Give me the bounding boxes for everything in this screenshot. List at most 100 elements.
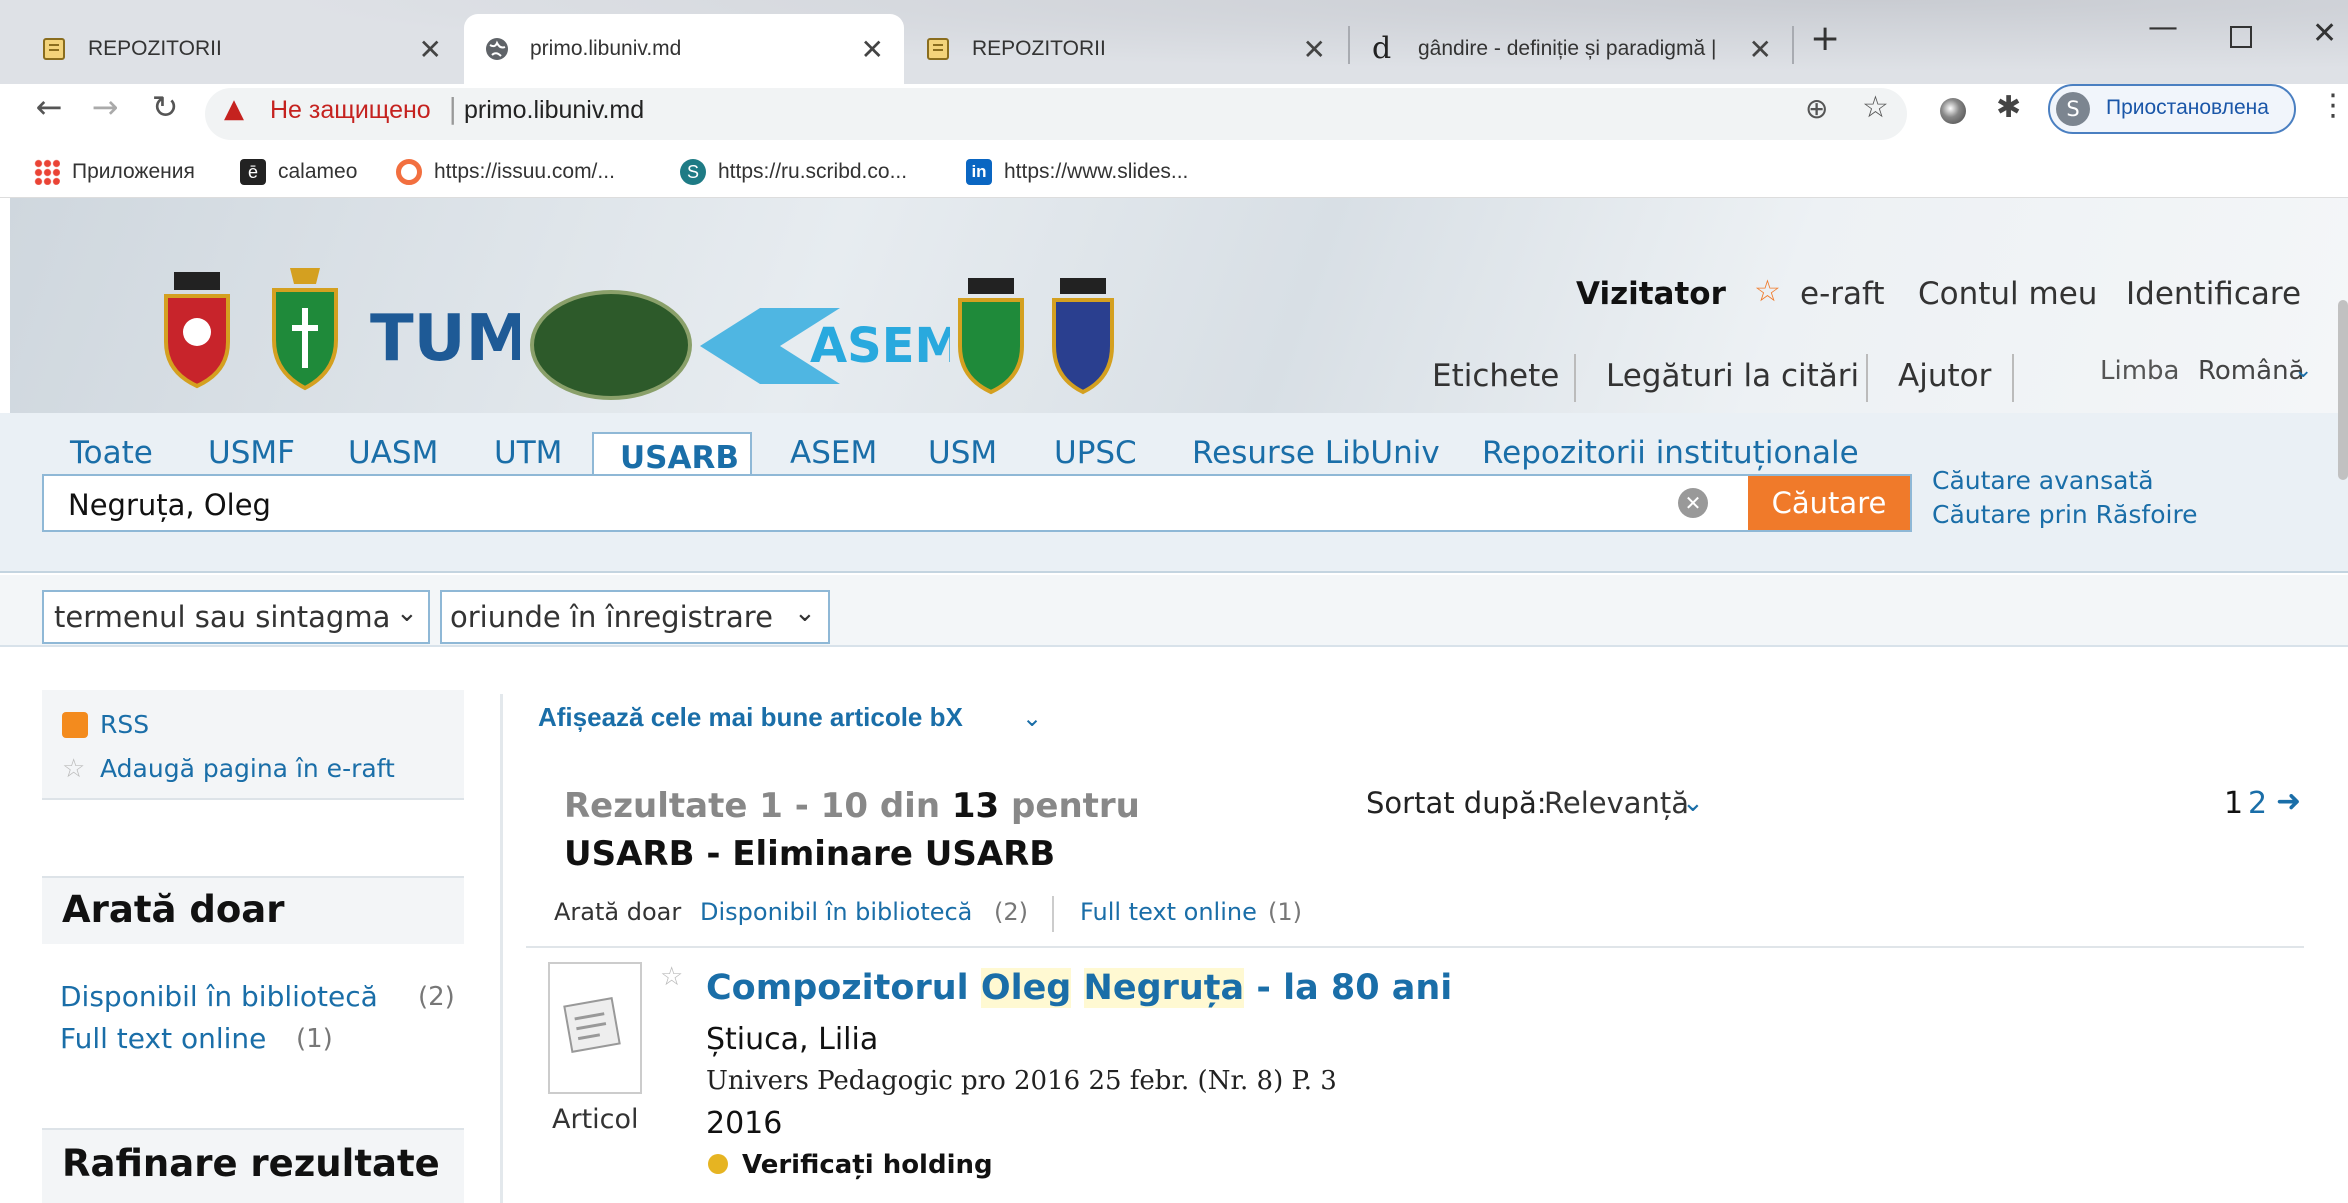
results-divider (526, 946, 2304, 948)
account-link[interactable]: Contul meu (1918, 276, 2097, 312)
language-select[interactable]: Română (2198, 356, 2304, 386)
help-link[interactable]: Ajutor (1898, 358, 1991, 394)
usmf-logo (160, 272, 234, 392)
bookmark-label: https://ru.scribd.co... (718, 160, 908, 183)
results-summary-suffix: pentru (1011, 786, 1140, 826)
usm-logo (956, 278, 1026, 396)
reload-icon[interactable]: ↻ (140, 88, 190, 126)
facet-inline-fulltext[interactable]: Full text online (1080, 898, 1257, 926)
facet-inline-available[interactable]: Disponibil în bibliotecă (700, 898, 972, 926)
bx-articles-link[interactable]: Afișează cele mai bune articole bX (538, 702, 963, 733)
login-link[interactable]: Identificare (2126, 276, 2301, 312)
availability-status[interactable]: Verificați holding (742, 1150, 993, 1180)
chevron-down-icon: ⌄ (794, 598, 816, 628)
star-bookmark-icon[interactable]: ☆ (1862, 90, 1889, 125)
upsc-logo (1050, 278, 1116, 396)
rss-icon[interactable] (62, 712, 88, 738)
results-scope: USARB - Eliminare USARB (564, 834, 1056, 874)
close-icon[interactable]: ✕ (1749, 33, 1772, 66)
arrow-right-icon[interactable]: ➜ (2276, 784, 2301, 819)
record-title[interactable]: Compozitorul Oleg Negruța - la 80 ani (706, 968, 1452, 1008)
browser-tab[interactable]: d gândire - definiție și paradigmă | ✕ (1352, 14, 1792, 84)
close-icon[interactable]: ✕ (1303, 33, 1326, 66)
avatar: S (2056, 92, 2090, 126)
tab-resurse[interactable]: Resurse LibUniv (1192, 435, 1440, 471)
facet-available[interactable]: Disponibil în bibliotecă (60, 980, 378, 1013)
back-icon[interactable]: ← (24, 88, 74, 126)
star-icon[interactable]: ☆ (62, 754, 85, 784)
title-part[interactable]: Compozitorul (706, 968, 981, 1008)
minimize-icon[interactable]: — (2148, 10, 2178, 45)
tab-usarb[interactable]: USARB (620, 440, 739, 476)
browser-tab[interactable]: REPOZITORII ✕ (22, 14, 462, 84)
browser-tab-active[interactable]: primo.libuniv.md ✕ (464, 14, 904, 84)
eshelf-link[interactable]: e-raft (1800, 276, 1885, 312)
page-link[interactable]: 2 (2248, 786, 2267, 821)
tab-toate[interactable]: Toate (70, 435, 153, 471)
search-button[interactable]: Căutare (1748, 476, 1910, 530)
close-icon[interactable]: ✕ (861, 33, 884, 66)
scribd-icon: S (680, 159, 706, 185)
close-icon[interactable]: ✕ (419, 33, 442, 66)
address-bar[interactable] (205, 88, 1907, 140)
warning-icon[interactable]: ▲ (224, 94, 244, 124)
restore-icon[interactable] (2230, 26, 2252, 48)
puzzle-icon[interactable]: ✱ (1996, 90, 2021, 125)
new-tab-button[interactable]: + (1810, 18, 1840, 59)
rss-link[interactable]: RSS (100, 710, 149, 739)
extension-icon[interactable] (1940, 98, 1966, 124)
rss-label[interactable]: RSS (100, 710, 149, 739)
title-part[interactable]: - la 80 ani (1244, 968, 1452, 1008)
tab-asem[interactable]: ASEM (790, 435, 877, 471)
add-page-link[interactable]: Adaugă pagina în e-raft (100, 754, 395, 783)
record-author: Știuca, Lilia (706, 1022, 879, 1057)
tab-upsc[interactable]: UPSC (1054, 435, 1137, 471)
url-text[interactable]: primo.libuniv.md (464, 96, 644, 125)
search-input[interactable] (42, 474, 1912, 532)
asem-logo: ASEM (700, 300, 962, 388)
bookmark-label: https://www.slides... (1004, 160, 1189, 183)
bookmark-issuu[interactable]: https://issuu.com/... (396, 150, 615, 194)
tags-link[interactable]: Etichete (1432, 358, 1559, 394)
column-divider (500, 694, 503, 1203)
citation-links[interactable]: Legături la citări (1606, 358, 1859, 394)
star-icon: ☆ (1754, 274, 1781, 309)
search-value[interactable]: Negruța, Oleg (68, 488, 271, 522)
menu-icon[interactable]: ⋮ (2318, 88, 2348, 123)
browse-search-link[interactable]: Căutare prin Răsfoire (1932, 500, 2198, 529)
browser-tab[interactable]: REPOZITORII ✕ (906, 14, 1346, 84)
clear-search-icon[interactable]: ✕ (1678, 488, 1708, 518)
globe-icon (484, 36, 510, 62)
security-label[interactable]: Не защищено (270, 96, 431, 125)
facet-fulltext[interactable]: Full text online (60, 1022, 266, 1055)
tab-uasm[interactable]: UASM (348, 435, 438, 471)
tab-usmf[interactable]: USMF (208, 435, 295, 471)
bookmark-slideshare[interactable]: in https://www.slides... (966, 150, 1188, 194)
tab-usm[interactable]: USM (928, 435, 997, 471)
scrollbar-thumb[interactable] (2338, 300, 2348, 480)
add-page-label[interactable]: Adaugă pagina în e-raft (100, 754, 395, 783)
svg-text:ASEM: ASEM (810, 318, 950, 374)
facet-label[interactable]: Full text online (60, 1022, 266, 1055)
zoom-icon[interactable]: ⊕ (1805, 92, 1828, 125)
chevron-down-icon[interactable]: ⌄ (2294, 358, 2312, 383)
tab-repozitorii[interactable]: Repozitorii instituționale (1482, 435, 1859, 471)
utm-logo: TUM (370, 300, 529, 380)
facet-label[interactable]: Disponibil în bibliotecă (60, 980, 378, 1013)
bookmark-calameo[interactable]: ē calameo (240, 150, 357, 194)
article-thumbnail[interactable] (548, 962, 642, 1094)
bookmark-apps[interactable]: Приложения (34, 150, 195, 194)
tab-utm[interactable]: UTM (494, 435, 562, 471)
title-highlight[interactable]: Oleg (980, 968, 1072, 1008)
title-highlight[interactable]: Negruța (1083, 968, 1245, 1008)
chevron-down-icon[interactable]: ⌄ (1682, 788, 1704, 818)
chevron-down-icon[interactable]: ⌄ (1022, 704, 1042, 732)
usarb-logo (530, 290, 692, 400)
star-icon[interactable]: ☆ (660, 962, 683, 992)
advanced-search-link[interactable]: Căutare avansată (1932, 466, 2154, 495)
forward-icon[interactable]: → (80, 88, 130, 126)
bookmark-scribd[interactable]: S https://ru.scribd.co... (680, 150, 907, 194)
close-window-icon[interactable]: ✕ (2312, 16, 2337, 51)
sort-select[interactable]: Relevanță (1544, 786, 1689, 820)
language-label: Limba (2100, 356, 2180, 386)
